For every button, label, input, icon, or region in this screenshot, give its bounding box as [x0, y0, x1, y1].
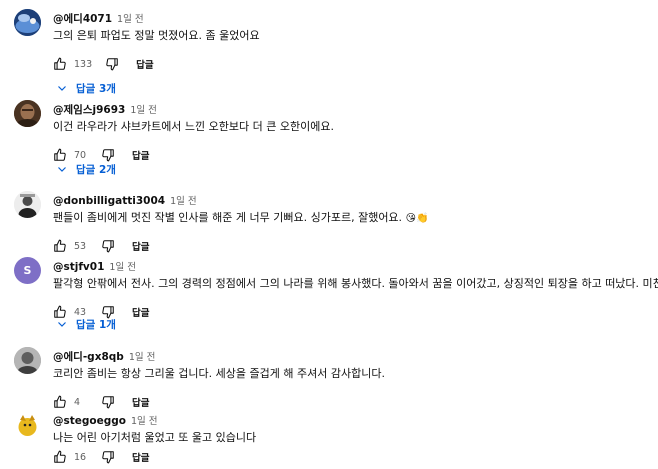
- comment-header: @에디-gx8qb 1일 전: [53, 347, 155, 366]
- like-button[interactable]: [50, 236, 70, 256]
- dislike-button[interactable]: [98, 236, 118, 256]
- emoji-group: 😘👏: [405, 213, 429, 224]
- comment-text: 이건 라우라가 샤브카트에서 느낀 오한보다 더 큰 오한이에요.: [53, 120, 334, 133]
- reply-button[interactable]: 답글: [132, 395, 149, 409]
- chevron-down-icon: [58, 86, 66, 91]
- author-name[interactable]: @제임스j9693: [53, 104, 125, 116]
- like-button[interactable]: [50, 392, 70, 412]
- thumbs-up-icon: [54, 395, 66, 408]
- thumbs-up-icon: [54, 450, 66, 463]
- view-replies-button[interactable]: 답글 3개: [52, 77, 120, 99]
- author-name[interactable]: @stegoeggo: [53, 415, 126, 427]
- comment-actions: 4 답글: [50, 391, 149, 413]
- comment-text-body: 팬들이 좀비에게 멋진 작별 인사를 해준 게 너무 기뻐요. 싱가포르, 잘했…: [53, 211, 403, 224]
- dislike-button[interactable]: [98, 392, 118, 412]
- dislike-button[interactable]: [98, 447, 118, 467]
- comments-section: @에디4071 1일 전 그의 은퇴 파업도 정말 멋졌어요. 좀 울었어요 13…: [0, 0, 658, 469]
- timestamp[interactable]: 1일 전: [109, 262, 136, 273]
- thumbs-down-icon: [102, 396, 114, 409]
- like-count: 16: [74, 451, 87, 463]
- comment-actions: 133 답글: [50, 53, 154, 75]
- avatar[interactable]: [14, 347, 41, 374]
- reply-button[interactable]: 답글: [132, 148, 149, 162]
- comment-header: @에디4071 1일 전: [53, 9, 144, 28]
- chevron-down-icon: [58, 322, 66, 327]
- avatar-letter: S: [23, 264, 32, 277]
- reply-button[interactable]: 답글: [132, 305, 149, 319]
- comment-text-body: 팔각형 안팎에서 전사. 그의 경력의 정점에서 그의 나라를 위해 봉사했다.…: [53, 277, 658, 290]
- avatar[interactable]: [14, 9, 41, 36]
- comment-text: 팬들이 좀비에게 멋진 작별 인사를 해준 게 너무 기뻐요. 싱가포르, 잘했…: [53, 210, 428, 227]
- comment-header: @stjfv01 1일 전: [53, 257, 136, 276]
- avatar[interactable]: S: [14, 257, 41, 284]
- comment-text: 나는 어린 아기처럼 울었고 또 울고 있습니다: [53, 431, 257, 444]
- timestamp[interactable]: 1일 전: [130, 105, 157, 116]
- comment-header: @donbilligatti3004 1일 전: [53, 191, 197, 210]
- timestamp[interactable]: 1일 전: [170, 196, 197, 207]
- avatar[interactable]: [14, 411, 41, 438]
- like-button[interactable]: [50, 54, 70, 74]
- view-replies-button[interactable]: 답글 1개: [52, 313, 120, 335]
- timestamp[interactable]: 1일 전: [129, 352, 156, 363]
- thumbs-down-icon: [102, 240, 114, 253]
- replies-count-label: 답글 2개: [76, 163, 116, 176]
- dislike-button[interactable]: [102, 54, 122, 74]
- thumbs-down-icon: [106, 58, 118, 71]
- comment-text: 그의 은퇴 파업도 정말 멋졌어요. 좀 울었어요: [53, 29, 260, 42]
- chevron-down-icon: [58, 167, 66, 172]
- replies-count-label: 답글 1개: [76, 318, 116, 331]
- comment-actions: 53 답글: [50, 235, 149, 257]
- author-name[interactable]: @에디4071: [53, 13, 112, 25]
- reply-button[interactable]: 답글: [132, 450, 149, 464]
- comment-text: 팔각형 안팎에서 전사. 그의 경력의 정점에서 그의 나라를 위해 봉사했다.…: [53, 276, 658, 292]
- comment-header: @제임스j9693 1일 전: [53, 100, 157, 119]
- like-count: 133: [74, 58, 93, 70]
- comment-text: 코리안 좀비는 항상 그리울 겁니다. 세상을 즐겁게 해 주셔서 감사합니다.: [53, 367, 385, 380]
- thumbs-down-icon: [102, 451, 114, 464]
- like-count: 4: [74, 396, 81, 408]
- comment-header: @stegoeggo 1일 전: [53, 411, 158, 430]
- avatar[interactable]: [14, 100, 41, 127]
- author-name[interactable]: @에디-gx8qb: [53, 351, 124, 363]
- timestamp[interactable]: 1일 전: [131, 416, 158, 427]
- like-count: 53: [74, 240, 87, 252]
- reply-button[interactable]: 답글: [136, 57, 153, 71]
- thumbs-up-icon: [54, 57, 66, 70]
- view-replies-button[interactable]: 답글 2개: [52, 158, 120, 180]
- like-button[interactable]: [50, 447, 70, 467]
- timestamp[interactable]: 1일 전: [117, 14, 144, 25]
- avatar[interactable]: [14, 191, 41, 218]
- comment-actions: 16 답글: [50, 446, 149, 468]
- author-name[interactable]: @stjfv01: [53, 261, 104, 273]
- reply-button[interactable]: 답글: [132, 239, 149, 253]
- author-name[interactable]: @donbilligatti3004: [53, 195, 165, 207]
- thumbs-up-icon: [54, 239, 66, 252]
- replies-count-label: 답글 3개: [76, 82, 116, 95]
